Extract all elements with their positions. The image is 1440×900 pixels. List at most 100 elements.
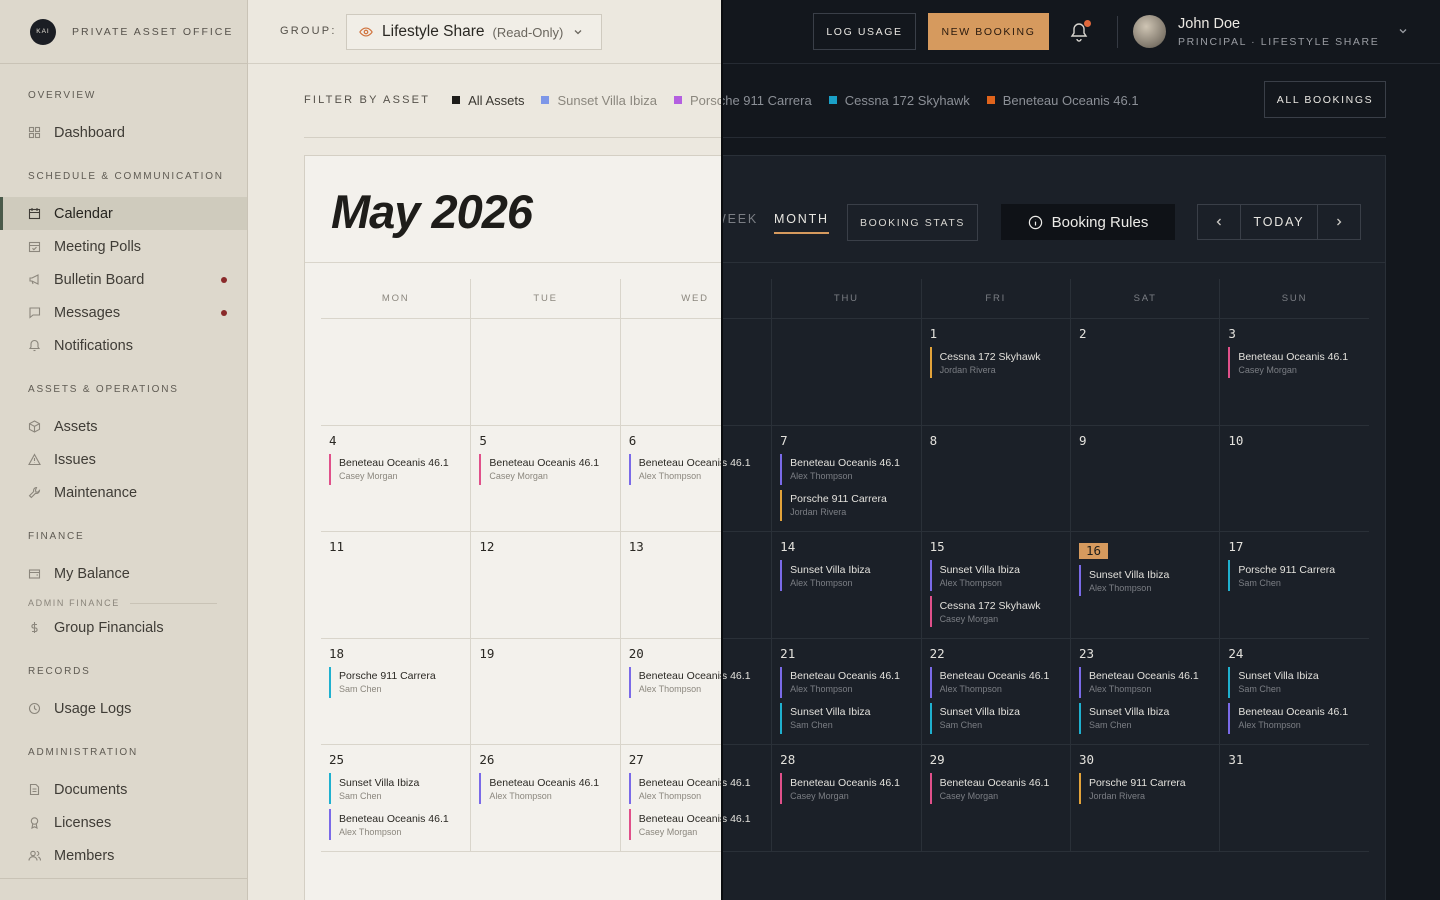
booking-event[interactable]: Sunset Villa IbizaAlex Thompson	[929, 560, 1070, 592]
day-cell[interactable]: 19	[470, 638, 619, 745]
booking-event[interactable]: Beneteau Oceanis 46.1Casey Morgan	[1228, 347, 1368, 378]
day-cell[interactable]: 17 Porsche 911 CarreraSam Chen	[1219, 532, 1368, 638]
day-cell[interactable]: 2	[1069, 319, 1219, 425]
day-cell[interactable]: 30 Porsche 911 CarreraJordan Rivera	[1069, 745, 1219, 851]
sidebar-item-licenses[interactable]: Licenses	[0, 806, 247, 839]
day-cell[interactable]: 21 Beneteau Oceanis 46.1Alex Thompson Suns…	[771, 638, 920, 745]
day-cell[interactable]: 11	[321, 532, 470, 638]
prev-month-button[interactable]	[1198, 205, 1240, 239]
view-month-tab[interactable]: MONTH	[774, 212, 829, 234]
day-cell[interactable]: 29 Beneteau Oceanis 46.1Casey Morgan	[920, 745, 1070, 851]
filter-chip-cessna-172-skyhawk[interactable]: Cessna 172 Skyhawk	[828, 93, 970, 108]
booking-event[interactable]: Porsche 911 CarreraJordan Rivera	[780, 489, 920, 521]
booking-event[interactable]: Sunset Villa IbizaSam Chen	[329, 773, 470, 805]
user-menu-chevron-icon[interactable]	[1398, 26, 1408, 36]
filter-chip-all-assets[interactable]: All Assets	[452, 93, 524, 108]
day-cell[interactable]: 9	[1069, 425, 1219, 532]
booking-event[interactable]: Beneteau Oceanis 46.1Alex Thompson	[479, 773, 619, 805]
booking-event[interactable]: Beneteau Oceanis 46.1Alex Thompson	[723, 667, 771, 698]
filter-chip-sunset-villa-ibiza[interactable]: Sunset Villa Ibiza	[541, 93, 657, 108]
booking-event[interactable]: Beneteau Oceanis 46.1Alex Thompson	[929, 666, 1070, 698]
day-cell[interactable]: 27Beneteau Oceanis 46.1Alex ThompsonBene…	[723, 745, 771, 851]
booking-asset: Beneteau Oceanis 46.1	[721, 457, 751, 470]
sidebar-item-group-financials[interactable]: Group Financials	[0, 611, 247, 644]
booking-event[interactable]: Cessna 172 SkyhawkCasey Morgan	[929, 596, 1070, 628]
weekday-label: SUN	[1219, 279, 1368, 318]
booking-event[interactable]: Beneteau Oceanis 46.1Alex Thompson	[721, 454, 771, 485]
booking-rules-button[interactable]: Booking Rules	[1001, 204, 1175, 240]
booking-asset: Beneteau Oceanis 46.1	[1238, 706, 1349, 719]
booking-event[interactable]: Porsche 911 CarreraSam Chen	[1228, 560, 1368, 592]
booking-event[interactable]: Sunset Villa IbizaAlex Thompson	[780, 560, 920, 592]
booking-event[interactable]: Beneteau Oceanis 46.1Alex Thompson	[780, 453, 920, 485]
today-date-badge: 16	[1078, 543, 1109, 560]
day-cell[interactable]: 12	[470, 532, 619, 638]
sidebar-item-documents[interactable]: Documents	[0, 773, 247, 806]
group-selector[interactable]: Lifestyle Share (Read-Only)	[346, 14, 602, 50]
new-booking-button[interactable]: NEW BOOKING	[928, 13, 1049, 50]
eye-icon	[359, 25, 373, 39]
booking-event[interactable]: Sunset Villa IbizaSam Chen	[1228, 666, 1368, 698]
log-usage-button[interactable]: LOG USAGE	[813, 13, 916, 50]
day-cell[interactable]: 8	[920, 425, 1070, 532]
day-cell[interactable]: 15 Sunset Villa IbizaAlex Thompson Cessna …	[920, 532, 1070, 638]
sidebar-item-meeting-polls[interactable]: Meeting Polls	[0, 230, 247, 263]
booking-event[interactable]: Beneteau Oceanis 46.1Casey Morgan	[723, 809, 771, 840]
day-cell[interactable]: 18 Porsche 911 Carrera Sam Chen	[321, 639, 470, 745]
booking-event[interactable]: Beneteau Oceanis 46.1Alex Thompson	[780, 666, 920, 698]
booking-event[interactable]: Beneteau Oceanis 46.1Casey Morgan	[329, 453, 470, 485]
day-cell[interactable]: 25 Sunset Villa Ibiza Sam Chen Beneteau Oce…	[321, 745, 470, 851]
sidebar-item-messages[interactable]: Messages	[0, 296, 247, 329]
filter-chip-beneteau-oceanis-46-1[interactable]: Beneteau Oceanis 46.1	[986, 93, 1139, 108]
day-cell[interactable]: 24 Sunset Villa IbizaSam Chen Beneteau Oce…	[1219, 638, 1368, 745]
booking-stats-button[interactable]: BOOKING STATS	[847, 204, 978, 241]
day-cell[interactable]: 23 Beneteau Oceanis 46.1Alex Thompson Suns…	[1069, 638, 1219, 745]
booking-event[interactable]: Beneteau Oceanis 46.1Casey Morgan	[780, 773, 920, 805]
sidebar-item-maintenance[interactable]: Maintenance	[0, 476, 247, 509]
today-button[interactable]: TODAY	[1240, 205, 1318, 239]
day-cell[interactable]: 6 Beneteau Oceanis 46.1Alex Thompson	[721, 426, 771, 532]
booking-event[interactable]: Beneteau Oceanis 46.1Casey Morgan	[479, 453, 619, 485]
sidebar-item-calendar[interactable]: Calendar	[0, 197, 247, 230]
all-bookings-button[interactable]: ALL BOOKINGS	[1264, 81, 1386, 118]
booking-event[interactable]: Sunset Villa IbizaSam Chen	[780, 702, 920, 734]
sidebar-item-bulletin-board[interactable]: Bulletin Board	[0, 263, 247, 296]
booking-event[interactable]: Sunset Villa IbizaSam Chen	[1078, 702, 1219, 734]
avatar[interactable]	[1133, 15, 1166, 48]
sidebar-item-my-balance[interactable]: My Balance	[0, 557, 247, 590]
day-cell[interactable]: 22 Beneteau Oceanis 46.1Alex Thompson Suns…	[920, 638, 1070, 745]
day-cell[interactable]: 20 Beneteau Oceanis 46.1Alex Thompson	[723, 639, 771, 745]
day-cell[interactable]: 13	[723, 532, 771, 638]
day-cell[interactable]: 10	[1219, 425, 1368, 532]
day-cell[interactable]: 14 Sunset Villa IbizaAlex Thompson	[771, 532, 920, 638]
day-cell[interactable]: 1Cessna 172 SkyhawkJordan Rivera	[920, 319, 1070, 425]
day-cell[interactable]: 5 Beneteau Oceanis 46.1 Casey Morgan	[470, 425, 619, 532]
booking-event[interactable]: Beneteau Oceanis 46.1Alex Thompson	[1228, 702, 1368, 734]
booking-member: Sam Chen	[339, 790, 382, 801]
booking-event[interactable]: Sunset Villa IbizaSam Chen	[929, 702, 1070, 734]
day-cell[interactable]: 16 Sunset Villa IbizaAlex Thompson	[1069, 532, 1219, 638]
booking-event[interactable]: Cessna 172 SkyhawkJordan Rivera	[929, 347, 1070, 378]
day-cell[interactable]: 26 Beneteau Oceanis 46.1 Alex Thompson	[470, 745, 619, 851]
booking-event[interactable]: Porsche 911 CarreraSam Chen	[329, 666, 470, 698]
next-month-button[interactable]	[1318, 205, 1360, 239]
sidebar-item-usage-logs[interactable]: Usage Logs	[0, 692, 247, 725]
booking-event[interactable]: Beneteau Oceanis 46.1Alex Thompson	[723, 773, 771, 804]
sidebar-item-issues[interactable]: Issues	[0, 443, 247, 476]
booking-event[interactable]: Beneteau Oceanis 46.1Alex Thompson	[329, 809, 470, 841]
day-cell[interactable]: 3Beneteau Oceanis 46.1Casey Morgan	[1219, 319, 1368, 425]
day-cell[interactable]: 7Beneteau Oceanis 46.1Alex ThompsonPorsc…	[771, 425, 920, 532]
sidebar-item-members[interactable]: Members	[0, 839, 247, 872]
sidebar-item-assets[interactable]: Assets	[0, 410, 247, 443]
day-cell[interactable]: 28 Beneteau Oceanis 46.1Casey Morgan	[771, 745, 920, 851]
booking-event[interactable]: Porsche 911 CarreraJordan Rivera	[1078, 773, 1219, 805]
booking-event[interactable]: Beneteau Oceanis 46.1Casey Morgan	[929, 773, 1070, 805]
booking-event[interactable]: Beneteau Oceanis 46.1Alex Thompson	[1078, 666, 1219, 698]
view-week-tab[interactable]: WEEK	[723, 212, 758, 226]
day-cell[interactable]: 4 Beneteau Oceanis 46.1 Casey Morgan	[321, 426, 470, 532]
day-cell[interactable]: 31	[1219, 745, 1368, 851]
sidebar-item-notifications[interactable]: Notifications	[0, 329, 247, 362]
filter-chip-porsche-911-carrera[interactable]: Porsche 911 Carrera	[723, 93, 812, 108]
sidebar-item-dashboard[interactable]: Dashboard	[0, 116, 247, 149]
booking-event[interactable]: Sunset Villa IbizaAlex Thompson	[1078, 565, 1219, 597]
